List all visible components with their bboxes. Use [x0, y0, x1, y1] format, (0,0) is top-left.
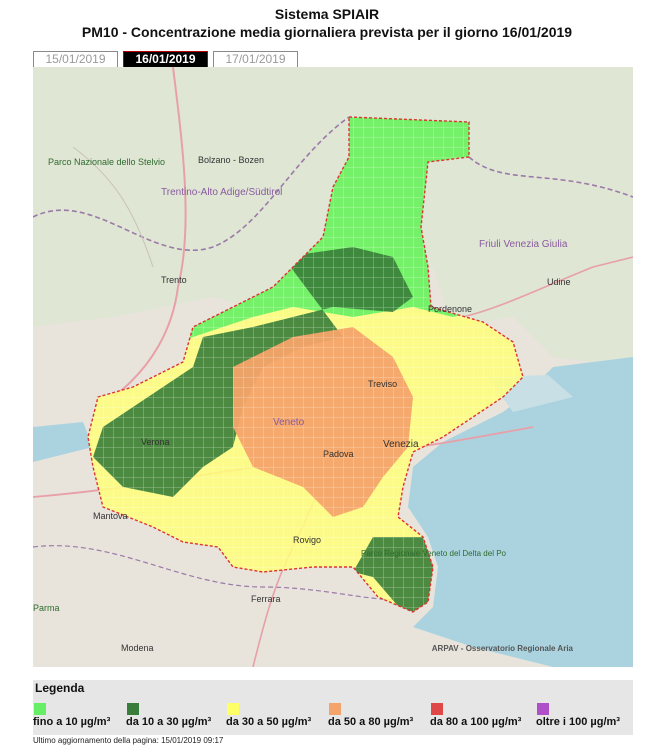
- legend-swatch: [431, 703, 443, 715]
- label-stelvio: Parco Nazionale dello Stelvio: [48, 157, 165, 167]
- label-ferrara: Ferrara: [251, 594, 281, 604]
- label-trento: Trento: [161, 275, 187, 285]
- label-padova: Padova: [323, 449, 354, 459]
- tab-date-1[interactable]: 15/01/2019: [33, 51, 118, 68]
- legend-label: da 30 a 50 µg/m³: [226, 716, 312, 728]
- legend-items: fino a 10 µg/m³ da 10 a 30 µg/m³ da 30 a…: [33, 702, 633, 734]
- legend-swatch: [537, 703, 549, 715]
- last-updated: Ultimo aggiornamento della pagina: 15/01…: [33, 736, 224, 745]
- label-delta-po: Parco Regionale Veneto del Delta del Po: [361, 549, 507, 558]
- label-veneto: Veneto: [273, 417, 305, 428]
- legend-swatch: [227, 703, 239, 715]
- legend-label: da 50 a 80 µg/m³: [328, 716, 414, 728]
- legend-label: da 80 a 100 µg/m³: [430, 716, 522, 728]
- map-canvas[interactable]: Parco Nazionale dello Stelvio Bolzano - …: [33, 67, 633, 667]
- date-tabs: 15/01/2019 16/01/2019 17/01/2019: [33, 51, 303, 68]
- legend: Legenda fino a 10 µg/m³ da 10 a 30 µg/m³…: [33, 680, 633, 735]
- forecast-map[interactable]: Parco Nazionale dello Stelvio Bolzano - …: [33, 67, 633, 667]
- page-title-block: Sistema SPIAIR PM10 - Concentrazione med…: [0, 6, 654, 40]
- tab-date-3[interactable]: 17/01/2019: [213, 51, 298, 68]
- label-parma: Parma: [33, 603, 60, 613]
- tab-date-2[interactable]: 16/01/2019: [123, 51, 208, 68]
- legend-label: oltre i 100 µg/m³: [536, 716, 620, 728]
- label-venezia: Venezia: [383, 439, 419, 450]
- app-title: Sistema SPIAIR: [274, 6, 380, 22]
- page-title: PM10 - Concentrazione media giornaliera …: [81, 24, 573, 40]
- label-modena: Modena: [121, 643, 154, 653]
- legend-label: da 10 a 30 µg/m³: [126, 716, 212, 728]
- label-treviso: Treviso: [368, 379, 397, 389]
- map-credit: ARPAV - Osservatorio Regionale Aria: [431, 644, 573, 653]
- legend-title: Legenda: [35, 681, 85, 695]
- label-bolzano: Bolzano - Bozen: [198, 155, 264, 165]
- label-verona: Verona: [141, 437, 170, 447]
- label-mantova: Mantova: [93, 511, 128, 521]
- label-rovigo: Rovigo: [293, 535, 321, 545]
- legend-swatch: [34, 703, 46, 715]
- label-friuli: Friuli Venezia Giulia: [479, 239, 568, 250]
- label-udine: Udine: [547, 277, 571, 287]
- label-pordenone: Pordenone: [428, 304, 472, 314]
- legend-swatch: [127, 703, 139, 715]
- legend-swatch: [329, 703, 341, 715]
- legend-label: fino a 10 µg/m³: [33, 716, 111, 728]
- label-trentino: Trentino-Alto Adige/Südtirol: [161, 187, 282, 198]
